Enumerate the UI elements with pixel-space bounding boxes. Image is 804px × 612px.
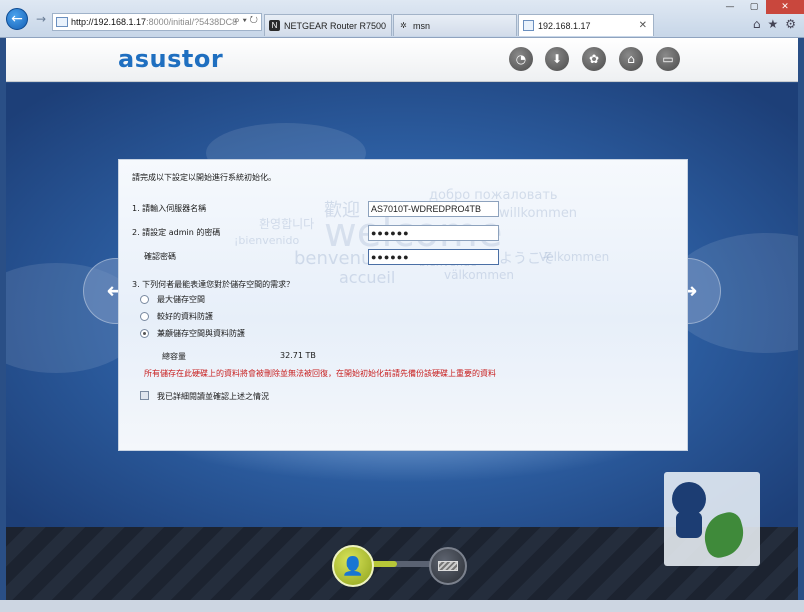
bear-mascot-body bbox=[676, 512, 702, 538]
welcome-watermark: 환영합니다 bbox=[259, 217, 315, 231]
data-loss-warning: 所有儲存在此硬碟上的資料將會被刪除並無法被回復，在開始初始化前請先備份該硬碟上重… bbox=[144, 369, 496, 378]
option-balanced-radio[interactable] bbox=[140, 329, 149, 338]
option-max-storage-label[interactable]: 最大儲存空間 bbox=[157, 294, 205, 305]
welcome-watermark: accueil bbox=[339, 268, 396, 287]
browser-status-strip bbox=[0, 600, 804, 612]
tab-label: msn bbox=[413, 20, 431, 31]
acknowledge-checkbox[interactable] bbox=[140, 391, 149, 400]
app-header: asustor ◔ ⬇ ✿ ⌂ ▭ bbox=[6, 38, 798, 82]
welcome-watermark: willkommen bbox=[499, 206, 578, 221]
close-window-button[interactable]: ✕ bbox=[766, 0, 804, 14]
step-user-setup: 👤 bbox=[332, 545, 374, 587]
confirm-password-input[interactable]: ●●●●●● bbox=[368, 249, 499, 265]
confirm-password-label: 確認密碼 bbox=[144, 252, 176, 261]
browser-forward-button[interactable]: → bbox=[33, 11, 49, 27]
option-max-storage-radio[interactable] bbox=[140, 295, 149, 304]
netgear-favicon-icon: N bbox=[269, 20, 280, 31]
home-icon[interactable]: ⌂ bbox=[753, 17, 761, 31]
message-icon[interactable]: ▭ bbox=[656, 47, 680, 71]
browser-chrome: ← → http://192.168.1.17:8000/initial/?54… bbox=[0, 0, 804, 38]
favorites-star-icon[interactable]: ★ bbox=[767, 17, 778, 31]
server-name-input[interactable]: AS7010T-WDREDPRO4TB bbox=[368, 201, 499, 217]
address-bar[interactable]: http://192.168.1.17:8000/initial/?5438DC… bbox=[52, 13, 262, 31]
support-icon[interactable]: ✿ bbox=[582, 47, 606, 71]
total-capacity-value: 32.71 TB bbox=[280, 351, 316, 360]
hard-disk-icon bbox=[438, 561, 458, 571]
library-icon[interactable]: ⌂ bbox=[619, 47, 643, 71]
page-favicon-icon bbox=[523, 20, 534, 31]
asustor-logo: asustor bbox=[118, 45, 224, 73]
taiwan-island-icon bbox=[699, 509, 749, 561]
welcome-watermark: ¡bienvenido bbox=[234, 234, 300, 247]
initialization-form: добро пожаловать 환영합니다 歡迎 willkommen ¡bi… bbox=[118, 159, 688, 451]
tab-label: 192.168.1.17 bbox=[538, 20, 591, 31]
tab-label: NETGEAR Router R7500 bbox=[284, 20, 387, 31]
welcome-watermark: Velkommen bbox=[539, 250, 610, 264]
tab-active[interactable]: 192.168.1.17 ✕ bbox=[518, 14, 654, 36]
address-actions-icon[interactable]: ⌕ ▾ ↻ bbox=[234, 15, 258, 26]
maximize-window-button[interactable]: ▢ bbox=[742, 0, 766, 14]
admin-password-input[interactable]: ●●●●●● bbox=[368, 225, 499, 241]
tab-netgear[interactable]: N NETGEAR Router R7500 bbox=[264, 14, 392, 36]
step-disk-setup bbox=[429, 547, 467, 585]
minimize-window-button[interactable]: — bbox=[718, 0, 742, 14]
option-balanced-label[interactable]: 兼顧儲存空間與資料防護 bbox=[157, 328, 245, 339]
option-data-protection-label[interactable]: 較好的資料防護 bbox=[157, 311, 213, 322]
acknowledge-label[interactable]: 我已詳細閱讀並確認上述之情況 bbox=[157, 391, 269, 402]
option-data-protection-radio[interactable] bbox=[140, 312, 149, 321]
browser-back-button[interactable]: ← bbox=[6, 8, 28, 30]
wizard-stage: ← → добро пожаловать 환영합니다 歡迎 willkommen… bbox=[6, 83, 798, 527]
chat-icon[interactable]: ◔ bbox=[509, 47, 533, 71]
msn-favicon-icon: ✲ bbox=[400, 21, 407, 30]
welcome-watermark: välkommen bbox=[444, 268, 515, 282]
address-path: :8000/initial/?5438DC8 bbox=[146, 17, 238, 27]
total-capacity-label: 總容量 bbox=[162, 352, 186, 361]
storage-question: 3. 下列何者最能表達您對於儲存空間的需求？ bbox=[132, 280, 295, 289]
settings-gear-icon[interactable]: ⚙ bbox=[785, 17, 796, 31]
user-icon: 👤 bbox=[341, 555, 365, 577]
address-host: http://192.168.1.17 bbox=[71, 17, 147, 27]
window-controls: — ▢ ✕ bbox=[718, 0, 804, 14]
page-icon bbox=[56, 17, 68, 27]
tab-msn[interactable]: ✲ msn bbox=[393, 14, 517, 36]
download-icon[interactable]: ⬇ bbox=[545, 47, 569, 71]
close-tab-icon[interactable]: ✕ bbox=[639, 20, 647, 31]
bear-mascot-icon bbox=[672, 482, 706, 516]
admin-password-label: 2. 請設定 admin 的密碼 bbox=[132, 228, 221, 237]
form-intro: 請完成以下設定以開始進行系統初始化。 bbox=[132, 173, 276, 182]
server-name-label: 1. 請輸入伺服器名稱 bbox=[132, 204, 207, 213]
blog-watermark-logo bbox=[664, 472, 760, 566]
browser-tools: ⌂ ★ ⚙ bbox=[753, 17, 796, 31]
